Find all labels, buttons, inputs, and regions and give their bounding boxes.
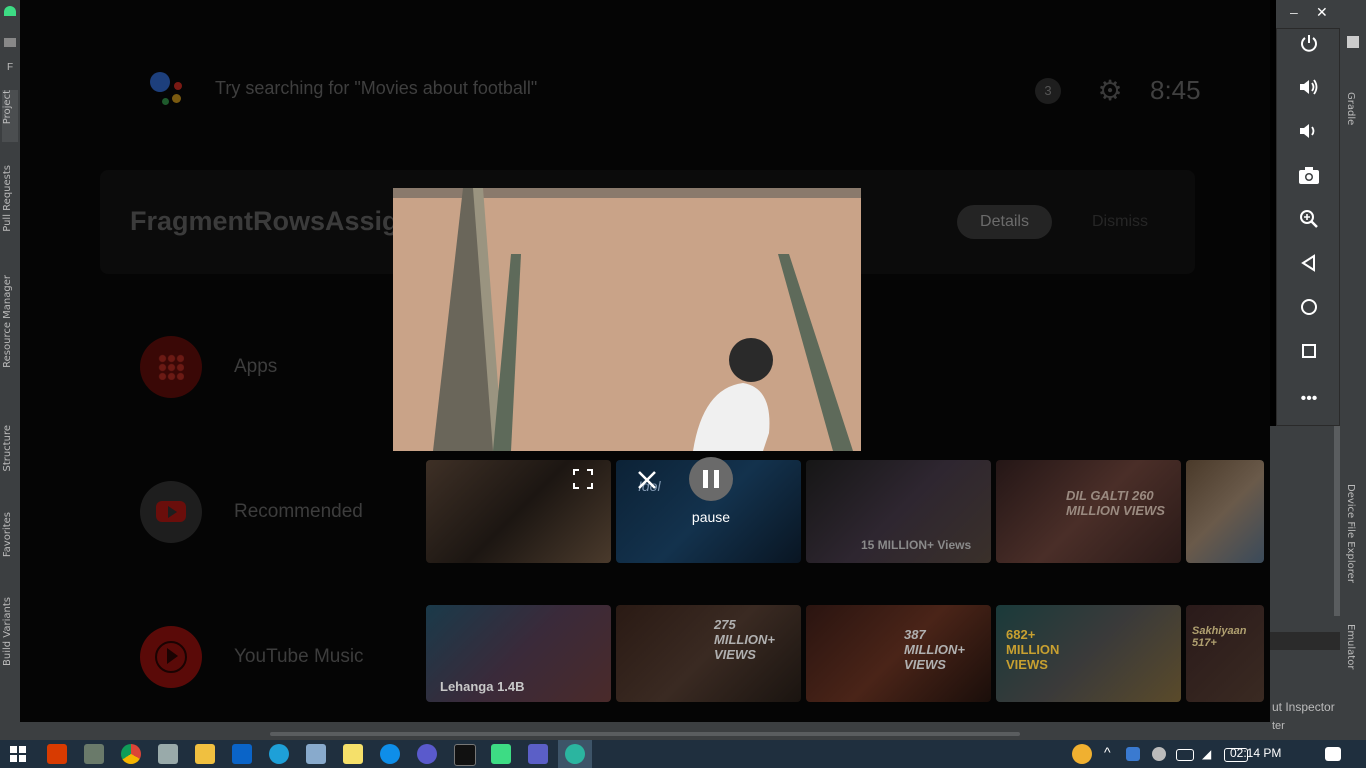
file-explorer-icon[interactable] [195,744,215,764]
wifi-icon[interactable]: ◢ [1202,747,1216,761]
outlook-icon[interactable] [232,744,252,764]
zoom-icon[interactable] [1293,207,1325,239]
apps-grid-icon[interactable] [140,336,202,398]
youtube-music-icon[interactable] [140,626,202,688]
row-label-recommended: Recommended [234,501,363,522]
sticky-notes-icon[interactable] [343,744,363,764]
thumb-text: 682+ MILLION VIEWS [1006,627,1060,672]
tab-gradle[interactable]: Gradle [1345,92,1356,125]
notification-center-icon[interactable] [1325,747,1341,761]
tab-resource-manager[interactable]: Resource Manager [2,275,18,385]
thumb-text: DIL GALTI 260 MILLION VIEWS [1066,488,1165,518]
database-icon[interactable] [158,744,178,764]
intellij-icon[interactable] [454,744,476,766]
folder-icon[interactable] [4,38,16,47]
edge-icon[interactable] [269,744,289,764]
active-app-highlight[interactable] [558,740,592,768]
emulator-window-bar: – ✕ [1276,0,1340,28]
volume-down-icon[interactable] [1293,119,1325,151]
details-button[interactable]: Details [957,205,1052,239]
clock: 8:45 [1150,75,1201,105]
row-label-youtube-music: YouTube Music [234,646,364,667]
tab-emulator[interactable]: Emulator [1345,624,1356,669]
chrome-icon[interactable] [121,744,141,764]
tab-build-variants[interactable]: Build Variants [2,597,18,682]
office-icon[interactable] [47,744,67,764]
pip-controls: pause [393,455,861,535]
volume-up-icon[interactable] [1293,75,1325,107]
windows-taskbar: ^ ◢ 02:14 PM [0,740,1366,768]
tray-icon[interactable] [1126,747,1140,761]
thumb-text: 387 MILLION+ VIEWS [904,627,966,672]
weather-icon[interactable] [1072,744,1092,764]
more-icon[interactable]: ••• [1293,383,1325,415]
video-thumbnail[interactable]: 275 MILLION+ VIEWS [616,605,801,702]
power-icon[interactable] [1293,31,1325,63]
ide-left-tool-strip: F Project Pull Requests Resource Manager… [0,0,21,740]
file-letter: F [7,62,14,73]
close-icon[interactable] [635,469,659,493]
layout-inspector-label[interactable]: ut Inspector [1272,700,1335,714]
row-label-apps: Apps [234,356,278,377]
emulator-icon [565,744,585,764]
google-assistant-icon[interactable] [150,72,190,112]
tab-device-file-explorer[interactable]: Device File Explorer [1345,484,1356,583]
teams-icon[interactable] [528,744,548,764]
pause-label: pause [691,509,731,525]
android-studio-icon[interactable] [491,744,511,764]
close-icon[interactable]: ✕ [1316,4,1328,21]
ide-right-tool-strip: Gradle Device File Explorer Emulator [1340,0,1366,740]
teamviewer-icon[interactable] [380,744,400,764]
thumb-text: Lehanga 1.4B [440,679,525,694]
chevron-up-icon[interactable]: ^ [1104,744,1111,760]
tab-pull-requests[interactable]: Pull Requests [2,165,18,247]
camera-icon[interactable] [1293,163,1325,195]
video-thumbnail[interactable]: Sakhiyaan 517+ [1186,605,1264,702]
android-icon [4,6,16,16]
back-icon[interactable] [1293,251,1325,283]
overview-icon[interactable] [1293,339,1325,371]
dismiss-button[interactable]: Dismiss [1075,205,1165,239]
panel-icon[interactable] [1347,36,1359,48]
video-thumbnail[interactable]: Lehanga 1.4B [426,605,611,702]
fullscreen-icon[interactable] [571,469,595,493]
notification-badge[interactable]: 3 [1035,78,1061,104]
tab-structure[interactable]: Structure [2,425,18,487]
app-icon[interactable] [84,744,104,764]
taskbar-clock[interactable]: 02:14 PM [1230,746,1281,760]
video-frame [393,188,861,451]
ide-bottom-bar [0,722,1270,740]
ide-side-panel: ut Inspector ter [1270,426,1340,740]
video-thumbnail[interactable] [1186,460,1264,563]
card-title: FragmentRowsAssignment [130,206,420,236]
tab-favorites[interactable]: Favorites [2,512,18,574]
thumb-text: Sakhiyaan 517+ [1192,625,1247,649]
tray-icon[interactable] [1152,747,1166,761]
windows-start-icon[interactable] [10,746,26,762]
minimize-icon[interactable]: – [1290,4,1298,20]
app-icon[interactable] [417,744,437,764]
youtube-icon[interactable] [140,481,202,543]
pip-video[interactable] [393,188,861,451]
thumb-text: 275 MILLION+ VIEWS [714,617,776,662]
pause-button[interactable] [689,457,733,501]
emulator-toolbar: ••• [1276,28,1340,426]
video-thumbnail[interactable]: 682+ MILLION VIEWS [996,605,1181,702]
battery-icon[interactable] [1176,749,1194,761]
gear-icon[interactable]: ⚙ [1095,76,1125,106]
search-hint[interactable]: Try searching for "Movies about football… [215,78,537,99]
home-icon[interactable] [1293,295,1325,327]
filter-label: ter [1272,720,1285,732]
tab-project[interactable]: Project [2,90,18,142]
video-thumbnail[interactable]: DIL GALTI 260 MILLION VIEWS [996,460,1181,563]
thumb-text: 15 MILLION+ Views [861,538,972,552]
notepad-icon[interactable] [306,744,326,764]
video-thumbnail[interactable]: 387 MILLION+ VIEWS [806,605,991,702]
